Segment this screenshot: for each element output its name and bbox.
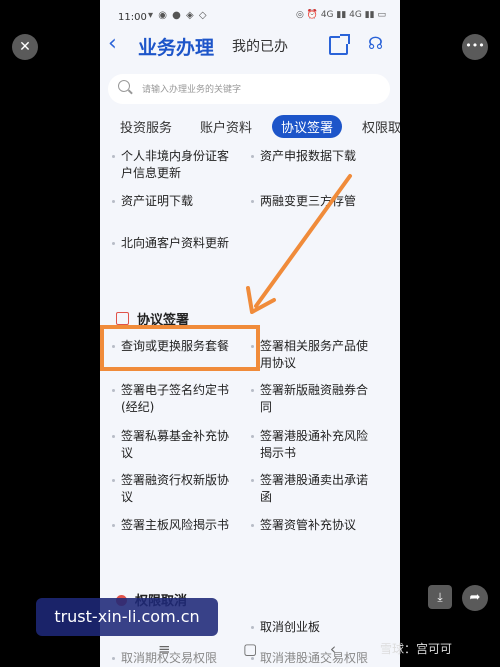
download-icon[interactable]: ⤓: [428, 585, 452, 609]
brand-credit: 雪球：宫可可: [380, 642, 453, 656]
watermark-url: trust-xin-li.com.cn: [36, 598, 218, 636]
more-icon[interactable]: •••: [462, 34, 488, 60]
forward-icon[interactable]: ➦: [462, 585, 488, 611]
close-icon[interactable]: ✕: [12, 34, 38, 60]
annotation-arrow-icon: [246, 174, 352, 314]
